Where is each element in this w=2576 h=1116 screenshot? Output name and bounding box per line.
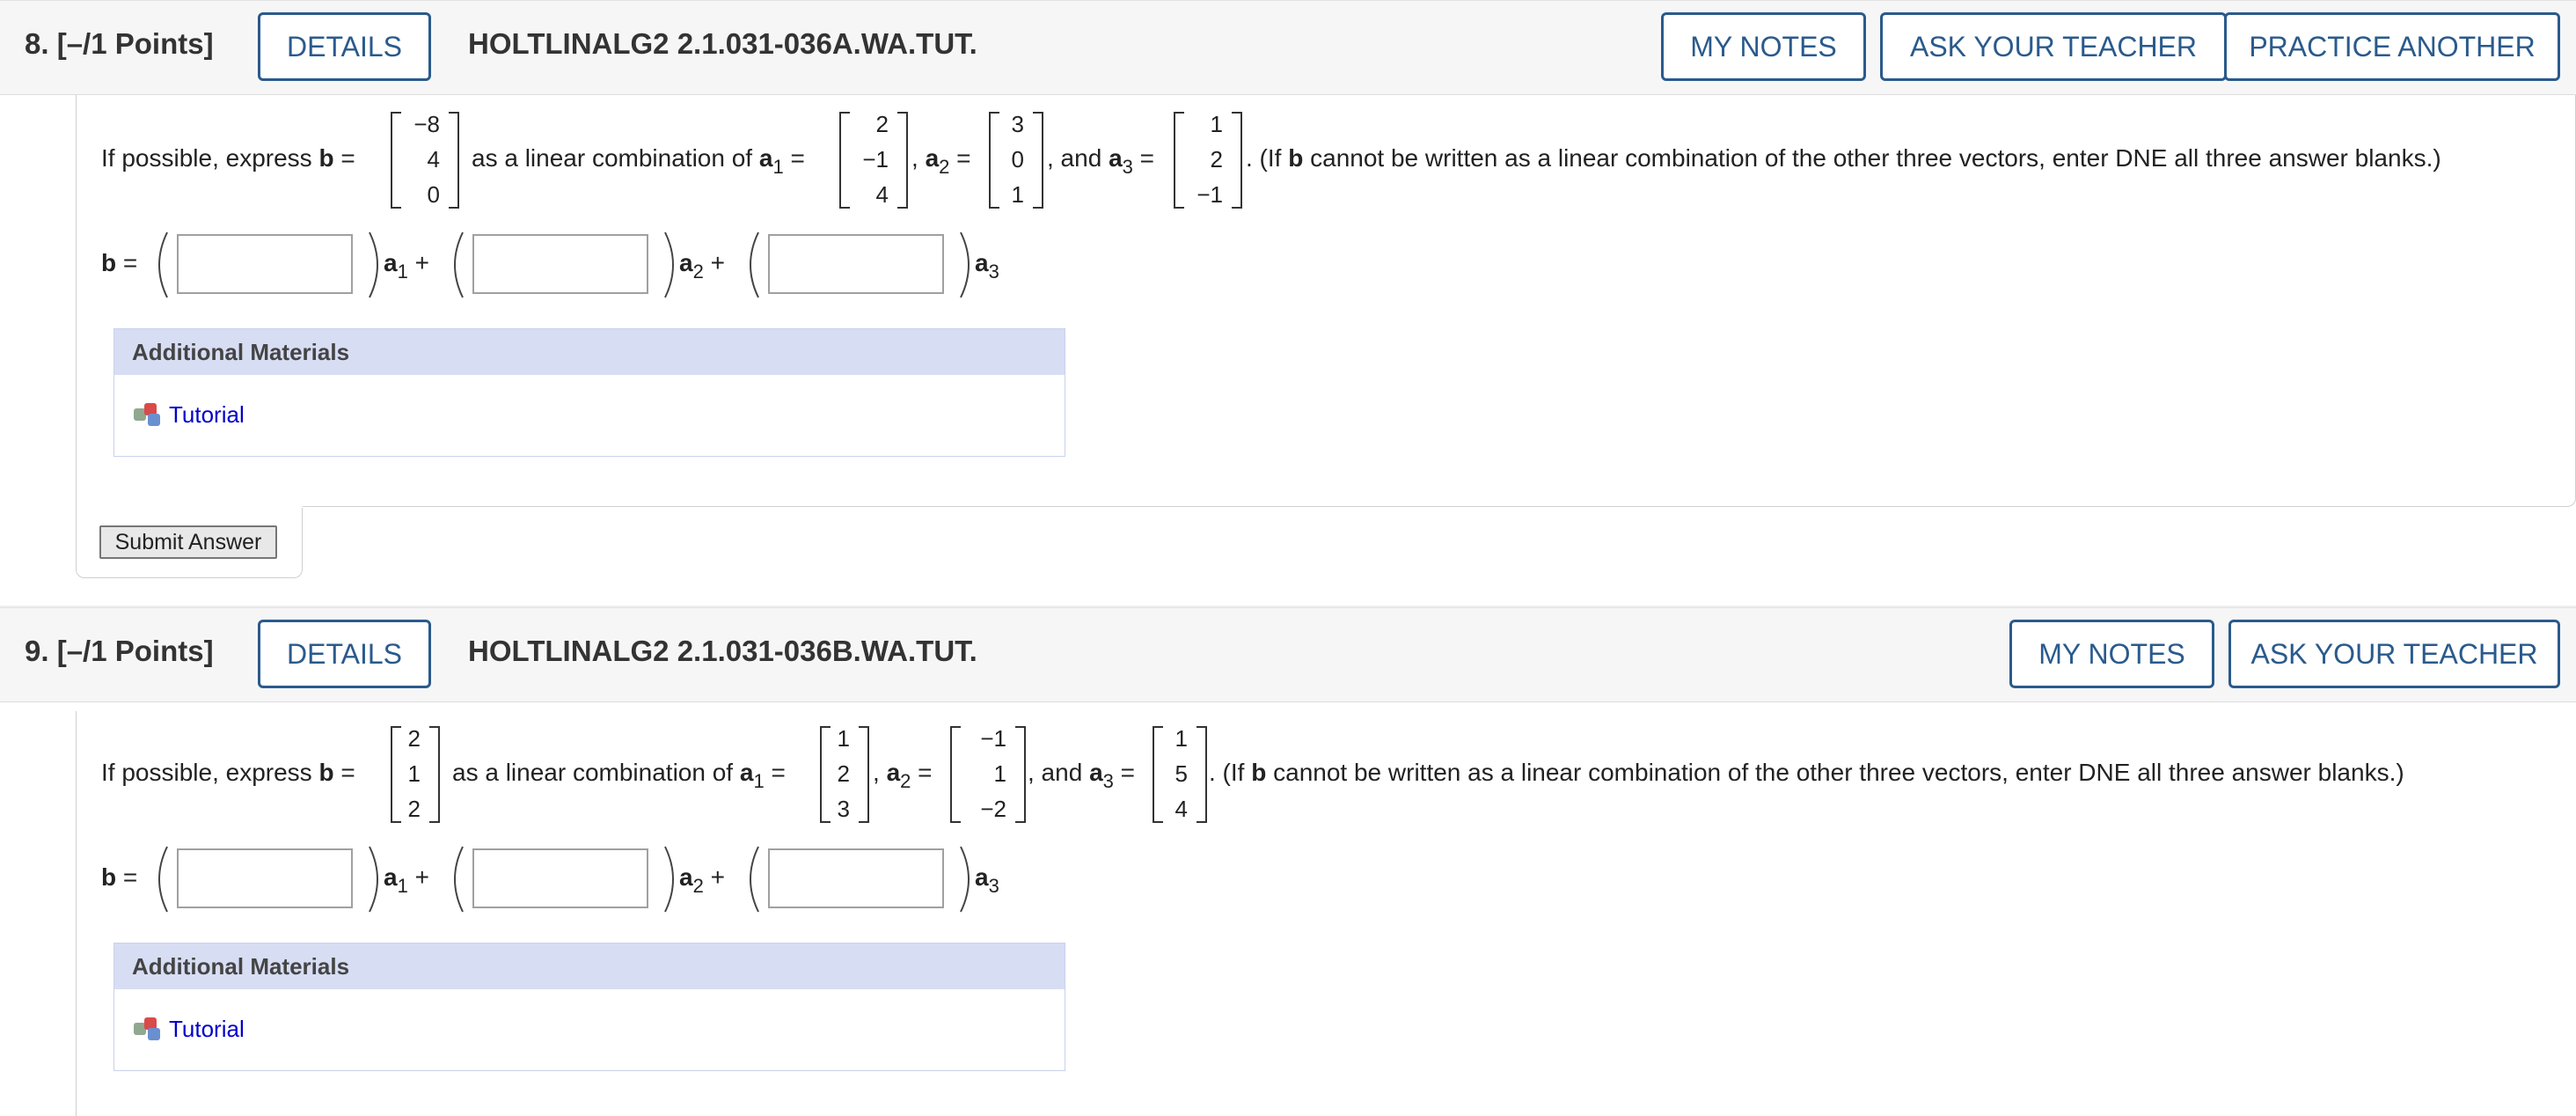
vector-a1: 1 2 3 [820, 725, 869, 823]
a2-term: a2 + [679, 863, 725, 897]
a2-label: , a2 = [911, 144, 971, 178]
additional-materials-title: Additional Materials [114, 943, 1065, 989]
as-linear-combination-text: as a linear combination of a1 = [472, 144, 805, 178]
additional-materials-panel: Additional Materials Tutorial [113, 328, 1065, 457]
vector-a2: 3 0 1 [989, 111, 1043, 209]
left-paren-3 [750, 846, 759, 913]
vector-a1: 2 −1 4 [839, 111, 908, 209]
tutorial-link[interactable]: Tutorial [169, 401, 245, 429]
additional-materials-title: Additional Materials [114, 329, 1065, 375]
left-paren-2 [454, 846, 464, 913]
vector-b: 2 1 2 [391, 725, 440, 823]
left-paren-1 [158, 846, 168, 913]
my-notes-button[interactable]: MY NOTES [1661, 12, 1866, 81]
coefficient-a3-input[interactable] [768, 848, 944, 908]
a2-term: a2 + [679, 249, 725, 283]
left-paren-2 [454, 231, 464, 298]
a1-term: a1 + [384, 249, 429, 283]
my-notes-button[interactable]: MY NOTES [2009, 620, 2214, 688]
vector-b: −8 4 0 [391, 111, 459, 209]
b-equals-label: b = [101, 249, 138, 276]
coefficient-a1-input[interactable] [177, 234, 353, 294]
a3-term: a3 [975, 863, 999, 897]
question-9-header: 9. [–/1 Points] DETAILS HOLTLINALG2 2.1.… [0, 607, 2576, 702]
a3-label: , and a3 = [1047, 144, 1155, 178]
vector-a2: −1 1 −2 [950, 725, 1026, 823]
instruction-text: . (If b cannot be written as a linear co… [1246, 144, 2441, 172]
a3-label: , and a3 = [1028, 759, 1136, 792]
coefficient-a1-input[interactable] [177, 848, 353, 908]
a3-term: a3 [975, 249, 999, 283]
submit-answer-button[interactable]: Submit Answer [99, 525, 277, 559]
additional-materials-panel: Additional Materials Tutorial [113, 943, 1065, 1071]
question-8-header: 8. [–/1 Points] DETAILS HOLTLINALG2 2.1.… [0, 0, 2576, 95]
a2-label: , a2 = [873, 759, 933, 792]
tutorial-cubes-icon [134, 1017, 160, 1040]
tutorial-cubes-icon [134, 403, 160, 426]
instruction-text: . (If b cannot be written as a linear co… [1209, 759, 2404, 786]
coefficient-a2-input[interactable] [472, 234, 648, 294]
a1-term: a1 + [384, 863, 429, 897]
tab-connector [302, 506, 303, 508]
left-paren-1 [158, 231, 168, 298]
ask-teacher-button[interactable]: ASK YOUR TEACHER [1880, 12, 2227, 81]
b-equals-label: b = [101, 863, 138, 891]
question-8-title: 8. [–/1 Points] [25, 27, 214, 60]
question-code: HOLTLINALG2 2.1.031-036B.WA.TUT. [468, 635, 977, 667]
vector-a3: 1 2 −1 [1174, 111, 1242, 209]
prompt-text: If possible, express b = [101, 144, 355, 172]
coefficient-a2-input[interactable] [472, 848, 648, 908]
practice-another-button[interactable]: PRACTICE ANOTHER [2224, 12, 2560, 81]
details-button[interactable]: DETAILS [258, 12, 431, 81]
tutorial-link[interactable]: Tutorial [169, 1016, 245, 1043]
question-9-title: 9. [–/1 Points] [25, 635, 214, 667]
ask-teacher-button[interactable]: ASK YOUR TEACHER [2228, 620, 2560, 688]
prompt-text: If possible, express b = [101, 759, 355, 786]
vector-a3: 1 5 4 [1153, 725, 1207, 823]
details-button[interactable]: DETAILS [258, 620, 431, 688]
question-code: HOLTLINALG2 2.1.031-036A.WA.TUT. [468, 27, 977, 60]
as-linear-combination-text: as a linear combination of a1 = [452, 759, 786, 792]
left-paren-3 [750, 231, 759, 298]
coefficient-a3-input[interactable] [768, 234, 944, 294]
